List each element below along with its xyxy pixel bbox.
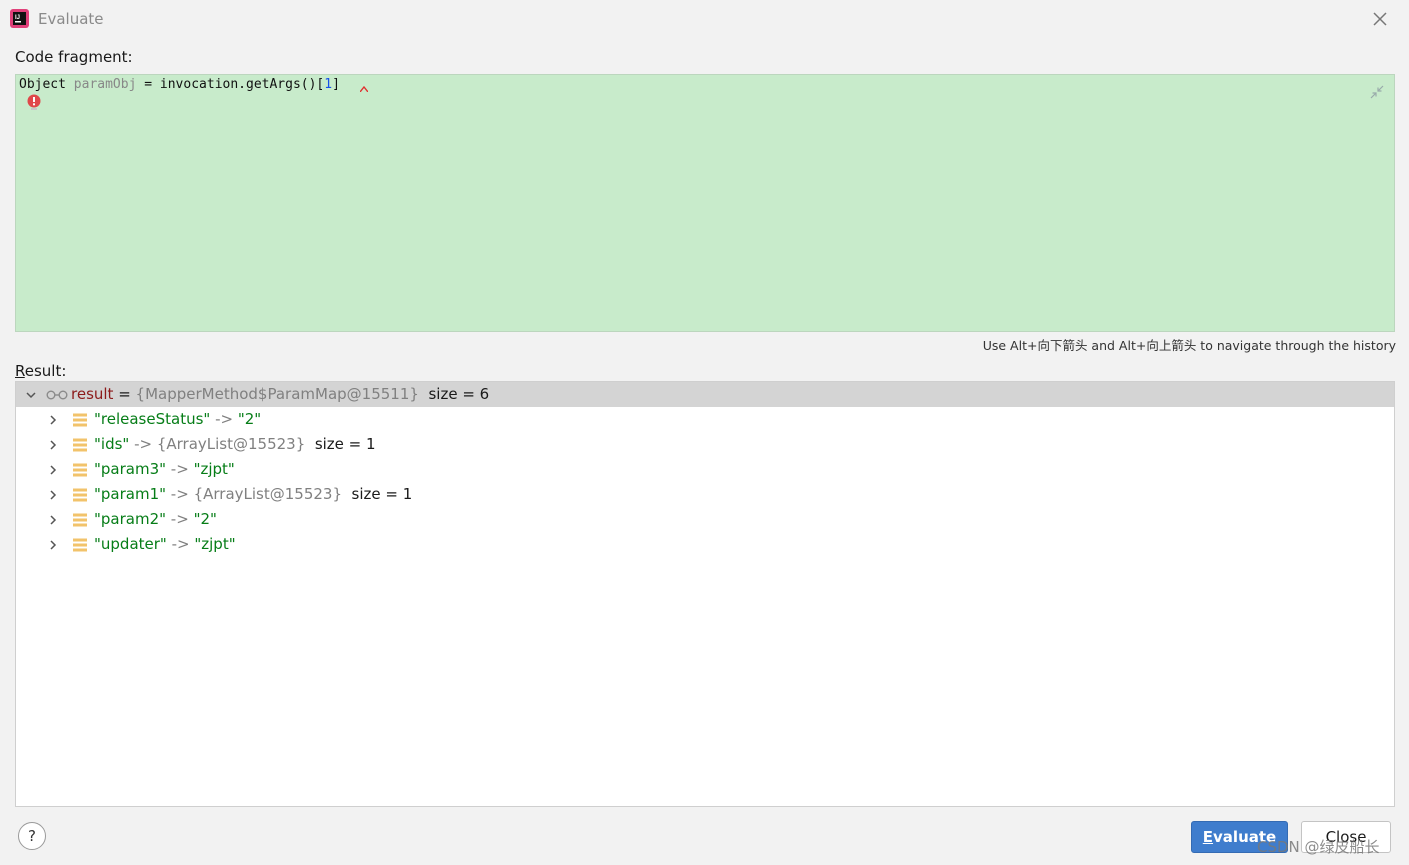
map-entry-icon: [73, 538, 87, 552]
chevron-right-icon[interactable]: [47, 439, 59, 451]
code-expression-token: = invocation.getArgs()[: [136, 77, 325, 92]
chevron-right-icon[interactable]: [47, 464, 59, 476]
entry-key: "param2": [94, 510, 167, 528]
chevron-right-icon[interactable]: [47, 414, 59, 426]
code-type-token: Object: [19, 77, 74, 92]
entry-text: "ids" -> {ArrayList@15523} size = 1: [94, 432, 376, 457]
entry-key: "ids": [94, 435, 130, 453]
entry-text: "param1" -> {ArrayList@15523} size = 1: [94, 482, 412, 507]
entry-value: "zjpt": [193, 460, 235, 478]
intellij-app-icon: IJ: [10, 9, 29, 28]
root-text: result = {MapperMethod$ParamMap@15511} s…: [71, 382, 489, 407]
entry-key: "param1": [94, 485, 167, 503]
map-entry-icon: [73, 463, 87, 477]
entry-value: "2": [193, 510, 217, 528]
history-hint: Use Alt+向下箭头 and Alt+向上箭头 to navigate th…: [982, 338, 1396, 353]
tree-row[interactable]: "param1" -> {ArrayList@15523} size = 1: [16, 482, 1394, 507]
chevron-right-icon[interactable]: [47, 539, 59, 551]
entry-text: "releaseStatus" -> "2": [94, 407, 261, 432]
tree-row[interactable]: "releaseStatus" -> "2": [16, 407, 1394, 432]
entry-value: {ArrayList@15523}: [156, 435, 306, 453]
code-variable-token: paramObj: [73, 77, 137, 92]
chevron-down-icon[interactable]: [25, 389, 37, 401]
entry-arrow: ->: [166, 485, 194, 503]
tree-row[interactable]: "param2" -> "2": [16, 507, 1394, 532]
error-caret-icon: [360, 86, 368, 92]
root-value: {MapperMethod$ParamMap@15511}: [135, 385, 419, 403]
entry-arrow: ->: [129, 435, 157, 453]
result-label: Result:: [15, 362, 66, 380]
entry-key: "releaseStatus": [94, 410, 211, 428]
entry-key: "updater": [94, 535, 167, 553]
entry-arrow: ->: [210, 410, 238, 428]
entry-value: "2": [237, 410, 262, 428]
collapse-editor-icon[interactable]: [1369, 84, 1385, 100]
entry-size: size = 1: [351, 485, 413, 503]
window-title: Evaluate: [38, 10, 104, 28]
entry-text: "param3" -> "zjpt": [94, 457, 235, 482]
title-bar: IJ Evaluate: [0, 0, 1409, 38]
chevron-right-icon[interactable]: [47, 514, 59, 526]
tree-row[interactable]: "ids" -> {ArrayList@15523} size = 1: [16, 432, 1394, 457]
code-line[interactable]: Object paramObj = invocation.getArgs()[1…: [19, 77, 340, 92]
close-window-icon[interactable]: [1370, 9, 1390, 29]
csdn-watermark: CSDN @绿皮船长: [1257, 838, 1380, 856]
entry-arrow: ->: [166, 510, 194, 528]
map-entry-icon: [73, 438, 87, 452]
code-bracket-token: ]: [332, 77, 340, 92]
root-name: result: [71, 385, 114, 403]
entry-arrow: ->: [166, 460, 194, 478]
svg-text:IJ: IJ: [15, 15, 20, 21]
code-editor[interactable]: Object paramObj = invocation.getArgs()[1…: [15, 74, 1395, 332]
watch-glasses-icon: [46, 390, 68, 400]
entry-value: {ArrayList@15523}: [193, 485, 342, 503]
root-equals: =: [113, 385, 136, 403]
entry-arrow: ->: [166, 535, 195, 553]
result-label-text: esult:: [24, 362, 67, 380]
root-size: size = 6: [428, 385, 490, 403]
help-button[interactable]: ?: [18, 822, 46, 850]
evaluate-mnemonic: E: [1202, 828, 1214, 846]
result-label-mnemonic: R: [15, 362, 25, 380]
code-fragment-label: Code fragment:: [15, 48, 133, 66]
map-entry-icon: [73, 513, 87, 527]
error-bulb-icon[interactable]: [26, 94, 42, 112]
code-index-token: 1: [324, 77, 333, 92]
tree-row[interactable]: "param3" -> "zjpt": [16, 457, 1394, 482]
entry-key: "param3": [94, 460, 167, 478]
entry-value: "zjpt": [194, 535, 236, 553]
entry-text: "updater" -> "zjpt": [94, 532, 236, 557]
map-entry-icon: [73, 488, 87, 502]
tree-row[interactable]: "updater" -> "zjpt": [16, 532, 1394, 557]
result-tree[interactable]: result = {MapperMethod$ParamMap@15511} s…: [15, 381, 1395, 807]
chevron-right-icon[interactable]: [47, 489, 59, 501]
map-entry-icon: [73, 413, 87, 427]
entry-text: "param2" -> "2": [94, 507, 217, 532]
entry-size: size = 1: [314, 435, 376, 453]
tree-row-root[interactable]: result = {MapperMethod$ParamMap@15511} s…: [16, 382, 1394, 407]
